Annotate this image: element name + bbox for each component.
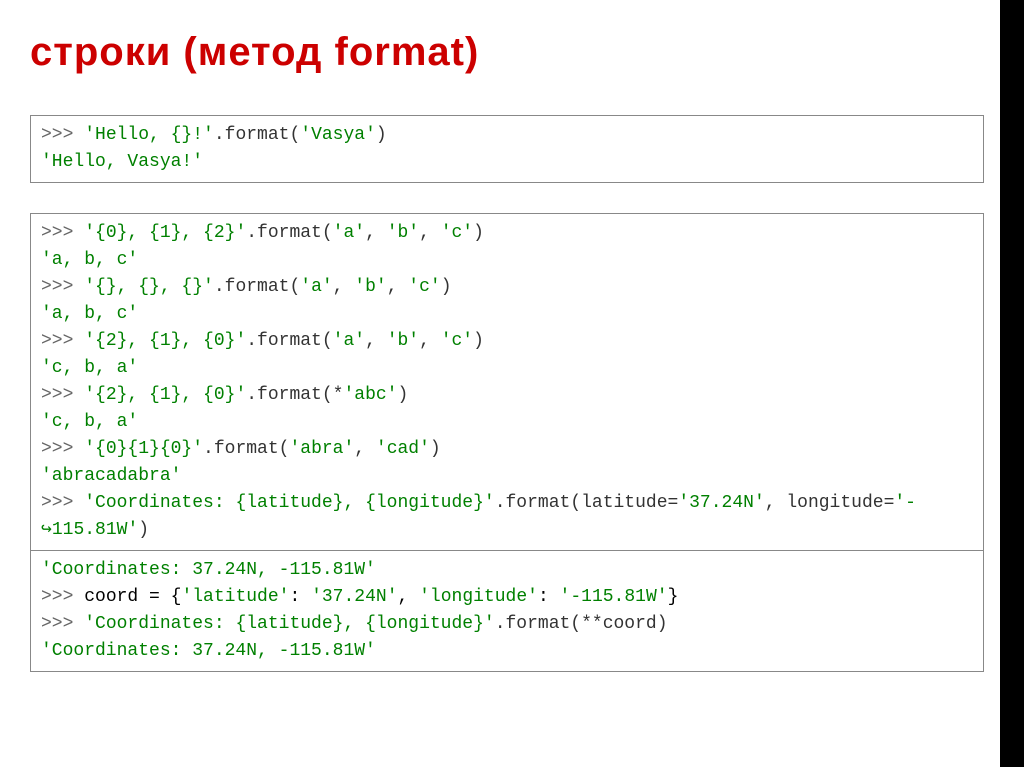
assignment: coord = { bbox=[84, 587, 181, 607]
string-arg: 115.81W' bbox=[52, 520, 138, 540]
string-arg: '37.24N' bbox=[678, 493, 764, 513]
paren-close: ) bbox=[473, 223, 484, 243]
colon: : bbox=[538, 587, 560, 607]
code-line: >>> 'Hello, {}!'.format('Vasya') bbox=[41, 122, 973, 149]
prompt: >>> bbox=[41, 277, 84, 297]
colon: : bbox=[289, 587, 311, 607]
method-call: .format( bbox=[214, 277, 300, 297]
slide-title: строки (метод format) bbox=[30, 30, 984, 75]
output-line: 'c, b, a' bbox=[41, 355, 973, 382]
paren-close: ) bbox=[397, 385, 408, 405]
string-arg: 'abra' bbox=[289, 439, 354, 459]
method-call: .format( bbox=[246, 331, 332, 351]
comma: , bbox=[365, 223, 387, 243]
output-line: 'Coordinates: 37.24N, -115.81W' bbox=[41, 638, 973, 665]
string-arg: 'c' bbox=[408, 277, 440, 297]
comma: , bbox=[398, 587, 420, 607]
code-line: >>> '{2}, {1}, {0}'.format(*'abc') bbox=[41, 382, 973, 409]
prompt: >>> bbox=[41, 439, 84, 459]
string-arg: 'c' bbox=[441, 223, 473, 243]
string-arg: 'b' bbox=[387, 331, 419, 351]
prompt: >>> bbox=[41, 614, 84, 634]
paren-close: ) bbox=[473, 331, 484, 351]
string-literal: '{0}, {1}, {2}' bbox=[84, 223, 246, 243]
paren-close: ) bbox=[376, 125, 387, 145]
method-call: .format(latitude= bbox=[495, 493, 679, 513]
method-call: .format( bbox=[203, 439, 289, 459]
method-call: .format(**coord) bbox=[495, 614, 668, 634]
code-line: >>> '{0}{1}{0}'.format('abra', 'cad') bbox=[41, 436, 973, 463]
output-line: 'a, b, c' bbox=[41, 247, 973, 274]
string-arg: 'b' bbox=[354, 277, 386, 297]
paren-close: ) bbox=[430, 439, 441, 459]
prompt: >>> bbox=[41, 587, 84, 607]
method-call: .format( bbox=[246, 223, 332, 243]
code-line: >>> '{2}, {1}, {0}'.format('a', 'b', 'c'… bbox=[41, 328, 973, 355]
string-literal: 'Coordinates: {latitude}, {longitude}' bbox=[84, 493, 494, 513]
code-block-1: >>> 'Hello, {}!'.format('Vasya') 'Hello,… bbox=[30, 115, 984, 183]
comma: , bbox=[419, 223, 441, 243]
code-line: >>> '{}, {}, {}'.format('a', 'b', 'c') bbox=[41, 274, 973, 301]
prompt: >>> bbox=[41, 223, 84, 243]
dict-key: 'latitude' bbox=[181, 587, 289, 607]
comma: , bbox=[387, 277, 409, 297]
code-line: >>> '{0}, {1}, {2}'.format('a', 'b', 'c'… bbox=[41, 220, 973, 247]
code-line: >>> coord = {'latitude': '37.24N', 'long… bbox=[41, 584, 973, 611]
comma: , bbox=[333, 277, 355, 297]
string-arg: 'Vasya' bbox=[300, 125, 376, 145]
string-arg: 'b' bbox=[387, 223, 419, 243]
prompt: >>> bbox=[41, 331, 84, 351]
method-call: .format( bbox=[214, 125, 300, 145]
code-block-3: 'Coordinates: 37.24N, -115.81W' >>> coor… bbox=[30, 550, 984, 672]
code-line: >>> 'Coordinates: {latitude}, {longitude… bbox=[41, 611, 973, 638]
comma: , bbox=[354, 439, 376, 459]
string-literal: 'Hello, {}!' bbox=[84, 125, 214, 145]
prompt: >>> bbox=[41, 385, 84, 405]
dict-key: 'longitude' bbox=[419, 587, 538, 607]
string-arg: 'a' bbox=[333, 331, 365, 351]
brace-close: } bbox=[668, 587, 679, 607]
string-arg: 'abc' bbox=[343, 385, 397, 405]
method-call: .format(* bbox=[246, 385, 343, 405]
dict-value: '-115.81W' bbox=[560, 587, 668, 607]
comma: , longitude= bbox=[765, 493, 895, 513]
dict-value: '37.24N' bbox=[311, 587, 397, 607]
output-line: 'Coordinates: 37.24N, -115.81W' bbox=[41, 557, 973, 584]
code-block-2: >>> '{0}, {1}, {2}'.format('a', 'b', 'c'… bbox=[30, 213, 984, 550]
code-line-continuation: ↪115.81W') bbox=[41, 517, 973, 544]
paren-close: ) bbox=[138, 520, 149, 540]
string-arg: '- bbox=[894, 493, 916, 513]
string-literal: '{2}, {1}, {0}' bbox=[84, 331, 246, 351]
string-arg: 'a' bbox=[333, 223, 365, 243]
string-literal: '{}, {}, {}' bbox=[84, 277, 214, 297]
code-line: >>> 'Coordinates: {latitude}, {longitude… bbox=[41, 490, 973, 517]
string-arg: 'c' bbox=[441, 331, 473, 351]
comma: , bbox=[365, 331, 387, 351]
right-sidebar-decoration bbox=[1000, 0, 1024, 767]
string-literal: '{0}{1}{0}' bbox=[84, 439, 203, 459]
output-line: 'c, b, a' bbox=[41, 409, 973, 436]
string-arg: 'a' bbox=[300, 277, 332, 297]
output-line: 'abracadabra' bbox=[41, 463, 973, 490]
output-line: 'a, b, c' bbox=[41, 301, 973, 328]
comma: , bbox=[419, 331, 441, 351]
string-arg: 'cad' bbox=[376, 439, 430, 459]
prompt: >>> bbox=[41, 125, 84, 145]
paren-close: ) bbox=[441, 277, 452, 297]
string-literal: 'Coordinates: {latitude}, {longitude}' bbox=[84, 614, 494, 634]
prompt: >>> bbox=[41, 493, 84, 513]
continuation-arrow-icon: ↪ bbox=[41, 520, 52, 540]
output-line: 'Hello, Vasya!' bbox=[41, 149, 973, 176]
string-literal: '{2}, {1}, {0}' bbox=[84, 385, 246, 405]
